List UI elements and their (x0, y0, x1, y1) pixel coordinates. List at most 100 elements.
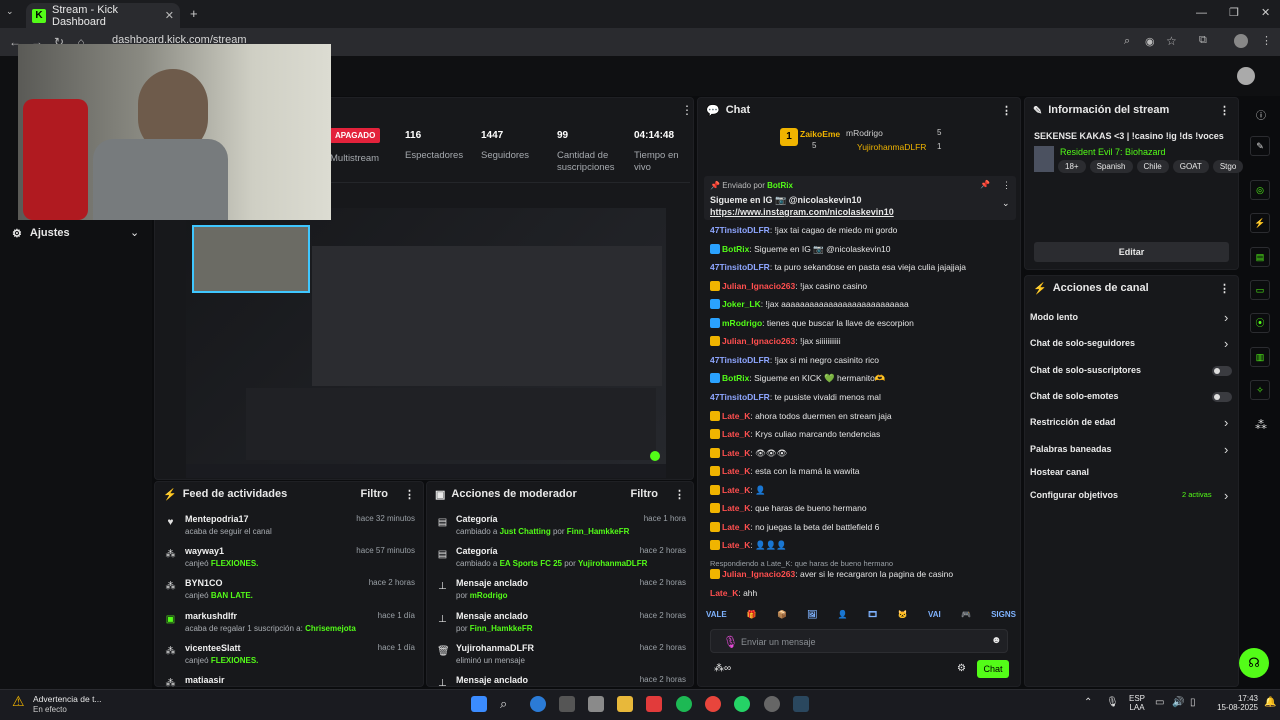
extensions-icon[interactable]: ⧉ (1199, 34, 1207, 47)
chat-message[interactable]: Late_K: 👁👁👁 (710, 447, 787, 459)
unpin-icon[interactable]: 📌 (980, 180, 990, 189)
chevron-down-icon[interactable]: ⌄ (130, 226, 139, 239)
emote-icon[interactable]: 🎁 (747, 610, 757, 624)
chat-message[interactable]: 47TinsitoDLFR: ta puro sekandose en past… (710, 262, 966, 272)
mod-action-item[interactable]: Mensaje anclado hace 2 horas por Finn_Hamk… (456, 611, 688, 633)
chat-message[interactable]: Late_K: esta con la mamá la wawita (710, 466, 860, 477)
chat-username[interactable]: mRodrigo (722, 318, 762, 328)
expand-chevron-icon[interactable]: ⌄ (1002, 198, 1010, 209)
zoom-icon[interactable]: ⌕ (1124, 35, 1130, 48)
mod-action-item[interactable]: YujirohanmaDLFR hace 2 horas eliminó un me… (456, 643, 688, 665)
edit-pencil-icon[interactable]: ✎ (1250, 136, 1270, 156)
mod-menu-icon[interactable]: ⋮ (674, 488, 685, 501)
clock[interactable]: 17:43 15-08-2025 (1208, 694, 1258, 712)
language-indicator[interactable]: ESP LAA (1129, 694, 1145, 712)
chevron-right-icon[interactable]: › (1224, 310, 1228, 325)
top-gifter-3[interactable]: YujirohanmaDLFR (857, 142, 926, 152)
volume-icon[interactable]: 🔊 (1172, 697, 1184, 708)
chat-message[interactable]: 47TinsitoDLFR: !jax tai cagao de miedo m… (710, 225, 897, 235)
app-red-icon[interactable] (646, 696, 662, 712)
chat-message[interactable]: Julian_Ignacio263: !jax casino casino (710, 280, 867, 291)
mod-action-target[interactable]: EA Sports FC 25 (500, 559, 562, 568)
chat-message[interactable]: Late_K: 👤 (710, 484, 766, 496)
chat-message[interactable]: Late_K: no juegas la beta del battlefiel… (710, 521, 879, 532)
feed-item[interactable]: markushdlfr hace 1 día acaba de regalar 1 … (185, 611, 417, 633)
network-icon[interactable]: ▭ (1155, 697, 1164, 708)
stream-video-preview[interactable] (186, 208, 666, 478)
emote-icon[interactable]: VAI (928, 610, 941, 624)
edge-icon[interactable] (530, 696, 546, 712)
emote-icon[interactable]: SIGNS (991, 610, 1016, 624)
chat-menu-icon[interactable]: ⋮ (1001, 104, 1012, 117)
chat-username[interactable]: Late_K (722, 448, 750, 458)
feed-item[interactable]: Mentepodria17 hace 32 minutos acaba de seg… (185, 514, 417, 536)
stream-tag[interactable]: 18+ (1058, 160, 1086, 173)
chat-icon[interactable]: ▭ (1250, 280, 1270, 300)
emote-icon[interactable]: 📦 (777, 610, 787, 624)
chevron-right-icon[interactable]: › (1224, 442, 1228, 457)
panel-menu-icon[interactable]: ⋮ (681, 103, 693, 117)
emote-icon[interactable]: VALE (706, 610, 727, 624)
stream-info-menu-icon[interactable]: ⋮ (1219, 104, 1230, 117)
document-icon[interactable]: ▤ (1250, 247, 1270, 267)
chat-username[interactable]: 47TinsitoDLFR (710, 225, 770, 235)
chat-message[interactable]: 47TinsitoDLFR: te pusiste vivaldi menos … (710, 392, 881, 402)
info-icon[interactable]: ⓘ (1256, 107, 1266, 122)
mod-action-item[interactable]: Categoría hace 2 horas cambiado a EA Sport… (456, 546, 688, 568)
channel-action-item[interactable]: Chat de solo-seguidores (1030, 338, 1135, 348)
browser-tab[interactable]: K Stream - Kick Dashboard ✕ (26, 3, 180, 28)
folder-icon[interactable] (617, 696, 633, 712)
chat-username[interactable]: BotRix (722, 373, 749, 383)
stream-tag[interactable]: Spanish (1089, 160, 1133, 173)
chat-username[interactable]: Late_K (722, 485, 750, 495)
top-gifter-1[interactable]: ZaikoEme (800, 129, 840, 139)
mod-action-user[interactable]: Finn_HamkkeFR (567, 527, 630, 536)
discord-icon[interactable] (764, 696, 780, 712)
chat-username[interactable]: Late_K (722, 429, 750, 439)
sidebar-item-settings[interactable]: ⚙ Ajustes (12, 227, 70, 240)
chat-message[interactable]: Julian_Ignacio263: aver si le recargaron… (710, 569, 953, 579)
chat-message[interactable]: BotRix: Sigueme en KICK 💚 hermanito🫶 (710, 373, 885, 384)
feed-item[interactable]: matiaasir (185, 675, 417, 685)
pinned-link[interactable]: https://www.instagram.com/nicolaskevin10 (710, 207, 894, 217)
emote-icon[interactable]: 🐱 (898, 610, 908, 624)
broadcast-icon[interactable]: ⦿ (1250, 313, 1270, 333)
channel-action-item[interactable]: Configurar objetivos (1030, 490, 1118, 500)
chat-username[interactable]: Late_K (722, 540, 750, 550)
chevron-right-icon[interactable]: › (1224, 336, 1228, 351)
chat-username[interactable]: Late_K (722, 411, 750, 421)
channel-action-toggle[interactable] (1212, 392, 1232, 402)
chat-username[interactable]: Julian_Ignacio263 (722, 569, 795, 579)
game-title[interactable]: Resident Evil 7: Biohazard (1060, 147, 1166, 157)
store-icon[interactable] (559, 696, 575, 712)
chat-message[interactable]: Joker_LK: !jax aaaaaaaaaaaaaaaaaaaaaaaaa… (710, 299, 909, 310)
app-icon[interactable] (588, 696, 604, 712)
mod-action-item[interactable]: Mensaje anclado hace 2 horas por mRodrigo (456, 578, 688, 600)
chrome-icon[interactable] (705, 696, 721, 712)
tray-chevron-icon[interactable]: ⌃ (1084, 697, 1092, 708)
chat-settings-icon[interactable]: ⚙ (957, 663, 966, 674)
mod-action-target[interactable]: Just Chatting (500, 527, 551, 536)
feed-menu-icon[interactable]: ⋮ (404, 488, 415, 501)
bookmark-star-icon[interactable]: ☆ (1166, 34, 1177, 48)
chat-message[interactable]: Late_K: que haras de bueno hermano (710, 503, 867, 514)
flash-icon[interactable]: ⚡ (1250, 213, 1270, 233)
microphone-icon[interactable]: 🎙 (723, 635, 738, 649)
chat-username[interactable]: Late_K (722, 503, 750, 513)
steam-icon[interactable] (793, 696, 809, 712)
channel-actions-menu-icon[interactable]: ⋮ (1219, 282, 1230, 295)
stream-tag[interactable]: Chile (1136, 160, 1169, 173)
start-icon[interactable] (471, 696, 487, 712)
emote-icon[interactable]: 🎮 (961, 610, 971, 624)
emoji-icon[interactable]: ☻ (991, 635, 1002, 646)
chat-message[interactable]: BotRix: Sigueme en IG 📷 @nicolaskevin10 (710, 243, 891, 255)
mod-filter-button[interactable]: Filtro (631, 488, 659, 501)
mod-action-target[interactable]: mRodrigo (470, 591, 508, 600)
send-chat-button[interactable]: Chat (977, 660, 1009, 678)
profile-avatar[interactable] (1234, 34, 1248, 48)
chat-username[interactable]: 47TinsitoDLFR (710, 355, 770, 365)
chat-message[interactable]: Julian_Ignacio263: !jax siiiiiiiiiii (710, 336, 841, 347)
top-gifter-2[interactable]: mRodrigo (846, 128, 883, 138)
more-tools-icon[interactable]: ⁂ (1255, 418, 1267, 432)
channel-action-item[interactable]: Palabras baneadas (1030, 444, 1112, 454)
